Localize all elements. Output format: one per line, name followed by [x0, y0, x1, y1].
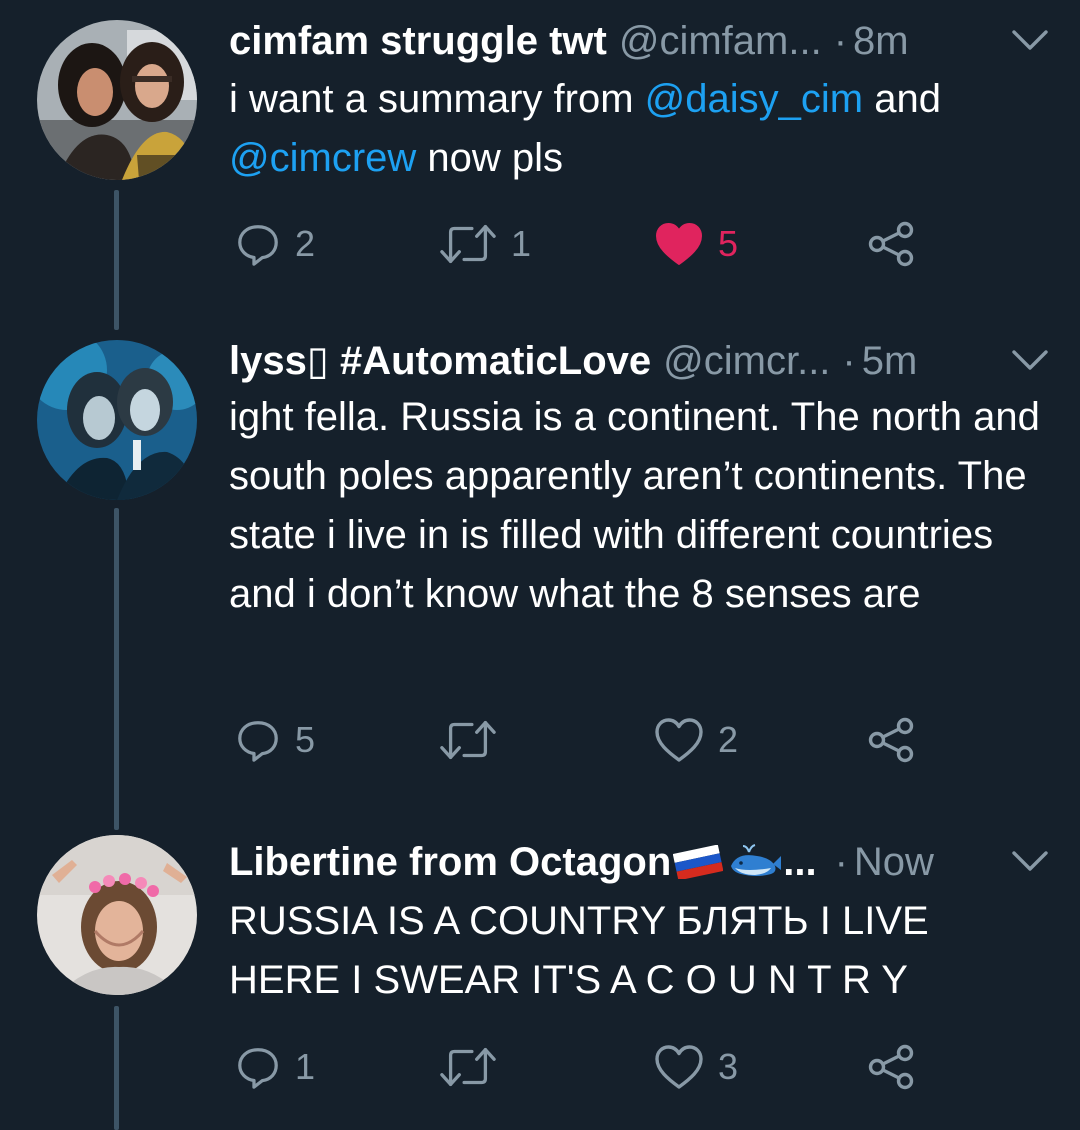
- reply-count: 2: [295, 223, 316, 264]
- like-button[interactable]: 3: [654, 1037, 738, 1097]
- reply-button[interactable]: 1: [235, 1037, 315, 1097]
- separator-dot: ·: [842, 338, 856, 383]
- text-segment: and: [863, 77, 941, 121]
- retweet-icon: [439, 718, 497, 762]
- tweet-header: Libertine from Octagon ... · Now: [229, 837, 1050, 887]
- reply-count: 1: [295, 1046, 316, 1087]
- share-icon: [867, 717, 917, 763]
- chevron-down-icon[interactable]: [1010, 845, 1050, 879]
- chevron-down-icon[interactable]: [1010, 344, 1050, 378]
- display-name[interactable]: cimfam struggle twt: [229, 19, 607, 64]
- display-name[interactable]: lyss▯ #AutomaticLove: [229, 338, 651, 384]
- whale-icon: [731, 844, 782, 876]
- name-ellipsis: ...: [783, 839, 817, 884]
- heart-icon: [654, 1044, 704, 1090]
- tweet-text: i want a summary from @daisy_cim and @ci…: [229, 70, 1049, 188]
- timestamp[interactable]: 8m: [853, 19, 909, 64]
- heart-icon: [654, 717, 704, 763]
- action-bar: 2 1 5: [229, 214, 989, 274]
- retweet-icon: [439, 222, 497, 266]
- separator-dot: ·: [834, 839, 848, 884]
- retweet-button[interactable]: [439, 710, 497, 770]
- action-bar: 1 3: [229, 1037, 989, 1097]
- avatar[interactable]: [37, 20, 197, 180]
- like-count: 2: [718, 719, 739, 760]
- share-icon: [867, 1044, 917, 1090]
- retweet-icon: [439, 1045, 497, 1089]
- text-segment: i want a summary from: [229, 77, 645, 121]
- display-name[interactable]: Libertine from Octagon: [229, 840, 671, 885]
- user-handle[interactable]: @cimfam...: [619, 19, 822, 64]
- tweet[interactable]: cimfam struggle twt @cimfam... · 8m i wa…: [0, 0, 1080, 320]
- reply-button[interactable]: 5: [235, 710, 315, 770]
- action-bar: 5 2: [229, 710, 989, 770]
- tweet-header: cimfam struggle twt @cimfam... · 8m: [229, 16, 1050, 66]
- tweet[interactable]: lyss▯ #AutomaticLove @cimcr... · 5m ight…: [0, 320, 1080, 820]
- avatar[interactable]: [37, 835, 197, 995]
- text-segment: now pls: [416, 136, 564, 180]
- heart-filled-icon: [654, 221, 704, 267]
- user-handle[interactable]: @cimcr...: [663, 339, 830, 384]
- mention-link[interactable]: @cimcrew: [229, 136, 416, 180]
- separator-dot: ·: [833, 18, 848, 63]
- like-count: 3: [718, 1046, 739, 1087]
- reply-count: 5: [295, 719, 316, 760]
- reply-button[interactable]: 2: [235, 214, 315, 274]
- like-button[interactable]: 2: [654, 710, 738, 770]
- retweet-button[interactable]: [439, 1037, 497, 1097]
- like-count: 5: [718, 223, 739, 264]
- avatar[interactable]: [37, 340, 197, 500]
- like-button[interactable]: 5: [654, 214, 738, 274]
- share-icon: [867, 221, 917, 267]
- russia-flag-icon: [673, 845, 724, 879]
- reply-icon: [235, 1044, 281, 1090]
- retweet-count: 1: [511, 223, 532, 264]
- reply-icon: [235, 221, 281, 267]
- tweet-text: RUSSIA IS A COUNTRY БЛЯТЬ I LIVE HERE I …: [229, 899, 929, 1002]
- retweet-button[interactable]: 1: [439, 214, 531, 274]
- mention-link[interactable]: @daisy_cim: [645, 77, 863, 121]
- tweet[interactable]: Libertine from Octagon ... · Now RUSSIA …: [0, 815, 1080, 1130]
- reply-icon: [235, 717, 281, 763]
- share-button[interactable]: [867, 214, 917, 274]
- share-button[interactable]: [867, 710, 917, 770]
- share-button[interactable]: [867, 1037, 917, 1097]
- timestamp[interactable]: Now: [854, 840, 934, 885]
- timestamp[interactable]: 5m: [862, 339, 918, 384]
- chevron-down-icon[interactable]: [1010, 24, 1050, 58]
- tweet-header: lyss▯ #AutomaticLove @cimcr... · 5m: [229, 336, 1050, 386]
- tweet-text: ight fella. Russia is a continent. The n…: [229, 395, 1040, 616]
